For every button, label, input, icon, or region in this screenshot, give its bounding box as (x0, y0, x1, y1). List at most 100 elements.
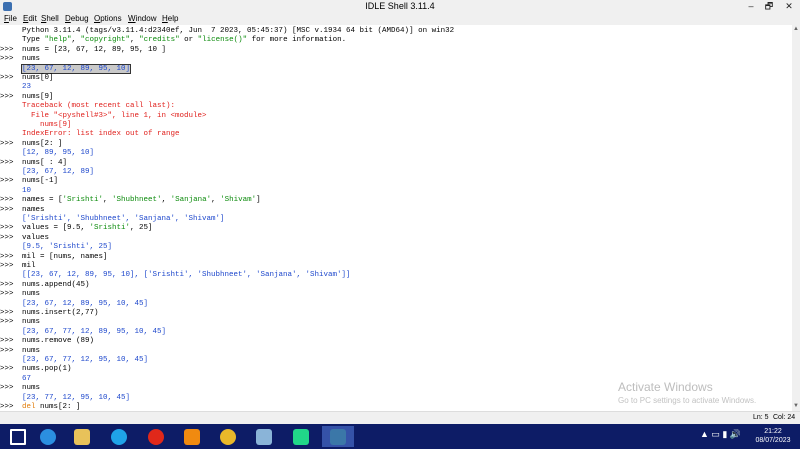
input-line: nums (22, 318, 41, 327)
activation-watermark-subtitle: Go to PC settings to activate Windows. (618, 396, 757, 405)
prompt-marker: >>> (0, 74, 14, 82)
taskbar-pycharm-button[interactable] (285, 426, 317, 447)
menu-options[interactable]: Options (94, 13, 122, 25)
taskbar: ▲ ▭ ▮ 🔊 21:22 08/07/2023 (0, 424, 800, 449)
prompt-marker: >>> (0, 177, 14, 186)
menu-bar: File Edit Shell Debug Options Window Help (0, 13, 800, 25)
output-text: [9.5, 'Srishti', 25] (22, 243, 113, 252)
status-column-number: Col: 24 (773, 414, 796, 421)
output-line: [12, 89, 95, 10] (22, 149, 94, 158)
string-literal: "help" (44, 36, 72, 45)
input-line: del nums[2: ] (22, 403, 81, 411)
taskbar-file-explorer-button[interactable] (66, 426, 98, 447)
input-line: values = [9.5, 'Srishti', 25] (22, 224, 153, 233)
error-line: Traceback (most recent call last): (22, 102, 176, 111)
output-text: 67 (22, 374, 32, 383)
taskbar-opera-button[interactable] (140, 426, 172, 447)
prompt-marker: >>> (0, 309, 14, 317)
activation-watermark-title: Activate Windows (618, 380, 713, 394)
prompt-marker: >>> (0, 205, 14, 214)
menu-help[interactable]: Help (162, 13, 178, 25)
close-button[interactable]: ✕ (778, 0, 800, 13)
menu-file[interactable]: File (4, 13, 17, 25)
windows-start-icon (10, 428, 26, 445)
prompt-marker: >>> (0, 346, 14, 355)
input-line: nums.remove (89) (22, 337, 95, 346)
input-line: nums (22, 384, 41, 393)
taskbar-clock[interactable]: 21:22 08/07/2023 (752, 427, 794, 445)
input-line: nums[-1] (22, 177, 59, 186)
output-line: [[23, 67, 12, 89, 95, 10], ['Srishti', '… (22, 271, 351, 280)
prompt-marker: >>> (0, 252, 14, 261)
output-text: 10 (22, 186, 32, 195)
clock-date: 08/07/2023 (755, 437, 791, 444)
prompt-marker: >>> (0, 233, 14, 242)
output-line: 67 (22, 375, 31, 384)
notepad-icon (256, 428, 272, 445)
input-line: nums[9] (22, 92, 54, 101)
input-line: names = ['Srishti', 'Shubhneet', 'Sanjan… (22, 196, 261, 205)
output-text: [23, 67, 12, 89, 95, 10, 45] (22, 299, 149, 308)
menu-window[interactable]: Window (128, 13, 156, 25)
prompt-marker: >>> (0, 318, 14, 327)
input-line: nums.pop(1) (22, 365, 72, 374)
input-line: mil (22, 262, 36, 270)
keyword-del: del (22, 403, 36, 411)
string-literal: "copyright" (80, 36, 131, 45)
taskbar-notepad-button[interactable] (248, 426, 280, 447)
prompt-marker: >>> (0, 45, 14, 54)
window-title: IDLE Shell 3.11.4 (365, 1, 435, 11)
input-line: nums[0] (22, 74, 54, 82)
output-line: [23, 67, 77, 12, 95, 10, 45] (22, 356, 148, 365)
prompt-marker: >>> (0, 262, 14, 270)
output-line: 10 (22, 187, 31, 196)
taskbar-edge-button[interactable] (103, 426, 135, 447)
vlc-icon (184, 428, 200, 445)
shell-text-area[interactable]: >>> >>> >>> >>> >>> >>> >>> >>> >>> >>> >>> >>> >>> >… (0, 25, 800, 411)
string-literal: "credits" (139, 36, 180, 45)
title-bar: IDLE Shell 3.11.4 – 🗗 ✕ (0, 0, 800, 13)
input-line: nums (22, 55, 41, 64)
output-text: ['Srishti', 'Shubhneet', 'Sanjana', 'Shi… (22, 215, 225, 223)
output-line: [23, 67, 77, 12, 89, 95, 10, 45] (22, 328, 166, 337)
taskbar-chrome-button[interactable] (212, 426, 244, 447)
scroll-up-icon[interactable]: ▲ (793, 26, 799, 32)
taskbar-vlc-button[interactable] (176, 426, 208, 447)
taskbar-internet-explorer-button[interactable] (32, 426, 64, 447)
prompt-marker: >>> (0, 224, 14, 233)
file-explorer-icon (74, 428, 90, 445)
maximize-button[interactable]: 🗗 (760, 0, 778, 13)
status-bar: Ln: 5 Col: 24 (0, 411, 800, 424)
input-line: nums[ : 4] (22, 158, 68, 167)
banner-line: Type "help", "copyright", "credits" or "… (22, 36, 347, 45)
minimize-button[interactable]: – (742, 0, 760, 13)
output-line: 23 (22, 83, 31, 92)
prompt-marker: >>> (0, 384, 14, 393)
string-literal: 'Shubhneet' (112, 196, 162, 205)
taskbar-windows-start-button[interactable] (2, 426, 34, 447)
banner-line: Python 3.11.4 (tags/v3.11.4:d2340ef, Jun… (22, 27, 455, 35)
output-text: [[23, 67, 12, 89, 95, 10], ['Srishti', '… (22, 271, 351, 280)
prompt-marker: >>> (0, 196, 14, 205)
internet-explorer-icon (40, 428, 56, 445)
input-line: nums[2: ] (22, 139, 63, 148)
menu-shell[interactable]: Shell (41, 13, 59, 25)
scroll-down-icon[interactable]: ▼ (793, 403, 799, 409)
prompt-marker: >>> (0, 337, 14, 346)
prompt-marker: >>> (0, 403, 14, 411)
vertical-scrollbar[interactable] (792, 25, 800, 411)
edge-icon (111, 428, 127, 445)
output-line: [23, 67, 12, 89, 95, 10] (20, 63, 132, 74)
taskbar-python-idle-button[interactable] (322, 426, 354, 447)
status-line-number: Ln: 5 (753, 414, 769, 421)
system-tray-icons[interactable]: ▲ ▭ ▮ 🔊 (700, 429, 741, 440)
input-line: nums = [23, 67, 12, 89, 95, 10 ] (22, 45, 167, 54)
string-literal: "license()" (197, 36, 248, 45)
menu-edit[interactable]: Edit (23, 13, 37, 25)
prompt-marker: >>> (0, 92, 14, 101)
prompt-marker: >>> (0, 139, 14, 148)
menu-debug[interactable]: Debug (65, 13, 89, 25)
chrome-icon (220, 428, 236, 445)
output-text: [23, 77, 12, 95, 10, 45] (22, 393, 131, 402)
output-line: [9.5, 'Srishti', 25] (22, 243, 112, 252)
